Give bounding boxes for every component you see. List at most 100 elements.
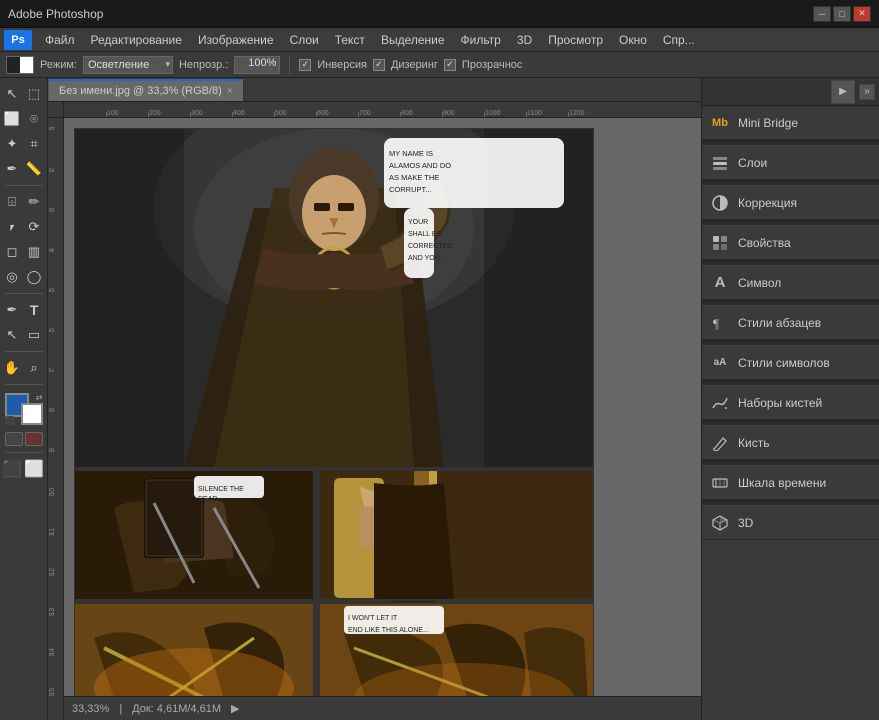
menu-text[interactable]: Текст (328, 31, 372, 49)
screen-mode-btn[interactable]: ⬛ (2, 457, 23, 481)
panel-play-button[interactable]: ▶ (831, 80, 855, 104)
tool-group-select: ↖ ⬚ (2, 82, 46, 106)
panel-label-sloi: Слои (738, 156, 871, 170)
menu-image[interactable]: Изображение (191, 31, 281, 49)
menu-window[interactable]: Окно (612, 31, 654, 49)
minimize-button[interactable]: ─ (813, 6, 831, 22)
path-sel-tool[interactable]: ↖ (2, 323, 23, 347)
stili-abzacev-icon: ¶ (710, 313, 730, 333)
tab-close-btn[interactable]: × (227, 86, 233, 97)
screen-mode2-btn[interactable]: ⬜ (24, 457, 45, 481)
menu-file[interactable]: Файл (38, 31, 82, 49)
history-tool[interactable]: ⟳ (24, 215, 45, 239)
status-arrow[interactable]: ▶ (231, 702, 239, 715)
menu-view[interactable]: Просмотр (541, 31, 610, 49)
menu-help[interactable]: Спр... (656, 31, 702, 49)
close-button[interactable]: ✕ (853, 6, 871, 22)
hmark-400: 400 (232, 110, 245, 117)
swap-colors-icon[interactable]: ⇄ (36, 393, 43, 402)
panel-item-kist[interactable]: Кисть (702, 426, 879, 460)
artboard-tool[interactable]: ⬚ (24, 82, 45, 106)
svg-text:CORRECTED: CORRECTED (408, 243, 452, 250)
panel-item-shkala-vremeni[interactable]: Шкала времени (702, 466, 879, 500)
panel-item-simvol[interactable]: A Символ (702, 266, 879, 300)
panel-item-korrekciya[interactable]: Коррекция (702, 186, 879, 220)
vmark-9: 9 (49, 448, 56, 452)
korrekciya-icon (710, 193, 730, 213)
tab-title: Без имени.jpg @ 33,3% (RGB/8) (59, 85, 222, 97)
move-tool[interactable]: ↖ (2, 82, 23, 106)
opacity-label: Непрозр.: (179, 59, 228, 71)
rect-marquee-tool[interactable]: ⬜ (2, 107, 23, 131)
default-colors-icon[interactable]: ⬛ (5, 416, 15, 425)
gradient-tool[interactable]: ▥ (24, 240, 45, 264)
svg-text:I WON'T LET IT: I WON'T LET IT (348, 615, 398, 622)
dodge-tool[interactable]: ◯ (24, 265, 45, 289)
quickmask-mode-btn[interactable] (25, 432, 43, 446)
canvas-tab-active[interactable]: Без имени.jpg @ 33,3% (RGB/8) × (48, 79, 244, 101)
svg-text:MY NAME IS: MY NAME IS (389, 149, 433, 158)
menu-edit[interactable]: Редактирование (84, 31, 189, 49)
background-color[interactable] (21, 403, 43, 425)
panel-collapse-btn[interactable]: » (859, 84, 875, 100)
svg-text:YOUR: YOUR (408, 219, 428, 226)
type-tool[interactable]: T (24, 298, 45, 322)
opacity-input[interactable]: 100% (234, 56, 280, 74)
canvas-ruler-area: 100 200 300 400 500 600 700 800 900 1000… (48, 102, 701, 720)
panel-label-nabory-kistey: Наборы кистей (738, 396, 871, 410)
panel-item-svoystva[interactable]: Свойства (702, 226, 879, 260)
wand-tool[interactable]: ✦ (2, 132, 23, 156)
hmark-600: 600 (316, 110, 329, 117)
document-canvas[interactable]: MY NAME IS ALAMOS AND DO AS MAKE THE COR… (74, 128, 594, 696)
panel-item-stili-abzacev[interactable]: ¶ Стили абзацев (702, 306, 879, 340)
vmark-3: 3 (49, 208, 56, 212)
mode-dropdown[interactable]: Осветление (83, 56, 173, 74)
panel-item-sloi[interactable]: Слои (702, 146, 879, 180)
panel-item-stili-simvolov[interactable]: aA Стили символов (702, 346, 879, 380)
simvol-icon: A (710, 273, 730, 293)
window-controls: ─ □ ✕ (813, 6, 871, 22)
maximize-button[interactable]: □ (833, 6, 851, 22)
pen-tool[interactable]: ✒ (2, 298, 23, 322)
hmark-1000: 1000 (484, 110, 501, 117)
svg-text:ALAMOS AND DO: ALAMOS AND DO (389, 161, 451, 170)
eyedropper-tool[interactable]: ✒ (2, 157, 23, 181)
panel-item-3d[interactable]: 3D (702, 506, 879, 540)
shape-tool[interactable]: ▭ (24, 323, 45, 347)
hand-tool[interactable]: ✋ (2, 356, 23, 380)
vmark-5: 5 (49, 288, 56, 292)
zoom-tool[interactable]: ⌕ (24, 356, 45, 380)
tool-group-stamp: ⎖ ⟳ (2, 215, 46, 239)
spot-heal-tool[interactable]: ⌹ (2, 190, 23, 214)
transparent-checkbox[interactable] (444, 59, 456, 71)
app-title: Adobe Photoshop (8, 7, 103, 21)
vmark-2: 2 (49, 168, 56, 172)
menu-filter[interactable]: Фильтр (454, 31, 508, 49)
color-swatches: ⇄ ⬛ (5, 393, 43, 425)
menu-select[interactable]: Выделение (374, 31, 452, 49)
stili-simvolov-icon: aA (710, 353, 730, 373)
hmark-700: 700 (358, 110, 371, 117)
panel-item-nabory-kistey[interactable]: Наборы кистей (702, 386, 879, 420)
svg-text:SHALL BE: SHALL BE (408, 231, 442, 238)
brush-tool[interactable]: ✏ (24, 190, 45, 214)
tool-swatch (6, 56, 34, 74)
canvas-content[interactable]: MY NAME IS ALAMOS AND DO AS MAKE THE COR… (64, 118, 701, 696)
menu-3d[interactable]: 3D (510, 31, 539, 49)
blur-tool[interactable]: ◎ (2, 265, 23, 289)
standard-mode-btn[interactable] (5, 432, 23, 446)
stamp-tool[interactable]: ⎖ (2, 215, 23, 239)
ruler-tool[interactable]: 📏 (24, 157, 45, 181)
svg-text:END LIKE THIS ALONE...: END LIKE THIS ALONE... (348, 627, 429, 634)
lasso-tool[interactable]: ⌾ (24, 107, 45, 131)
panel-label-simvol: Символ (738, 276, 871, 290)
eraser-tool[interactable]: ◻ (2, 240, 23, 264)
crop-tool[interactable]: ⌗ (24, 132, 45, 156)
ruler-corner (48, 102, 64, 118)
dither-checkbox[interactable] (373, 59, 385, 71)
dither-label: Дизеринг (391, 59, 438, 71)
tool-group-blur: ◎ ◯ (2, 265, 46, 289)
panel-item-mini-bridge[interactable]: Mb Mini Bridge (702, 106, 879, 140)
invert-checkbox[interactable] (299, 59, 311, 71)
menu-layers[interactable]: Слои (283, 31, 326, 49)
